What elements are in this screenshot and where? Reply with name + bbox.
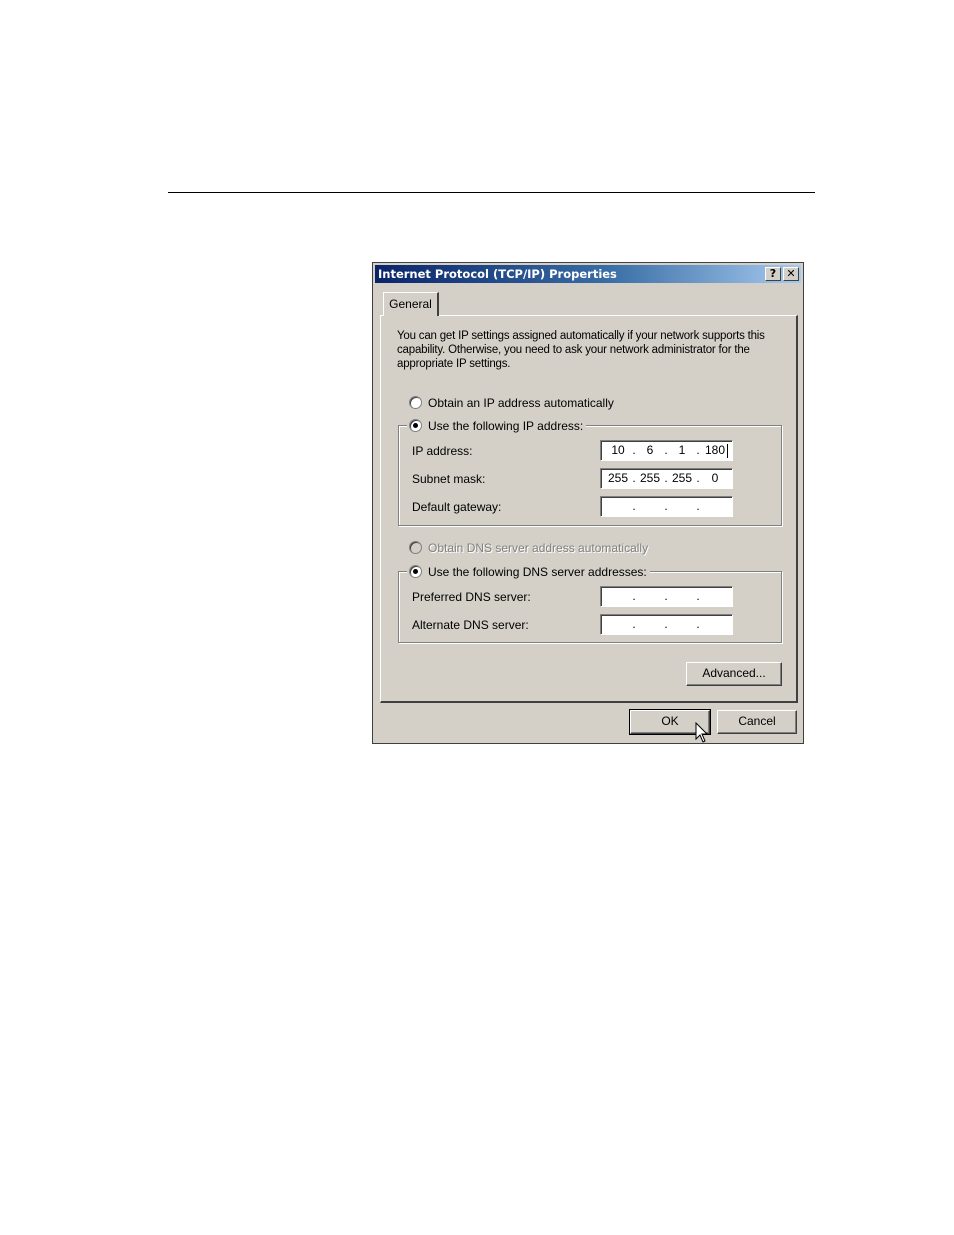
use-following-ip-radio[interactable]: Use the following IP address: bbox=[407, 419, 587, 433]
use-following-dns-label: Use the following DNS server addresses: bbox=[428, 565, 647, 579]
radio-disabled-icon[interactable] bbox=[409, 541, 422, 554]
default-gateway-label: Default gateway: bbox=[412, 500, 502, 514]
ip-dot: . bbox=[696, 471, 700, 485]
cancel-button[interactable]: Cancel bbox=[717, 710, 797, 734]
tcpip-properties-dialog: Internet Protocol (TCP/IP) Properties ? … bbox=[372, 262, 804, 744]
ip-dot: . bbox=[696, 617, 700, 631]
radio-unchecked-icon[interactable] bbox=[409, 396, 422, 409]
tab-general[interactable]: General bbox=[383, 292, 439, 316]
default-gateway-field[interactable]: . . . bbox=[600, 496, 733, 517]
obtain-dns-auto-label: Obtain DNS server address automatically bbox=[428, 541, 649, 555]
text-caret bbox=[727, 444, 728, 458]
ip-dot: . bbox=[664, 617, 668, 631]
ip-octet-2: 255 bbox=[639, 471, 661, 485]
title-bar[interactable]: Internet Protocol (TCP/IP) Properties ? … bbox=[375, 265, 801, 283]
ip-octet-3: 255 bbox=[671, 471, 693, 485]
ip-dot: . bbox=[632, 443, 636, 457]
ip-dot: . bbox=[664, 499, 668, 513]
subnet-mask-label: Subnet mask: bbox=[412, 472, 486, 486]
ip-octet-2: 6 bbox=[646, 443, 654, 457]
alternate-dns-label: Alternate DNS server: bbox=[412, 618, 529, 632]
dialog-title: Internet Protocol (TCP/IP) Properties bbox=[378, 267, 617, 281]
ip-dot: . bbox=[632, 617, 636, 631]
help-icon[interactable]: ? bbox=[765, 267, 781, 281]
ip-octet-1: 10 bbox=[611, 443, 625, 457]
radio-checked-icon[interactable] bbox=[409, 565, 422, 578]
ip-octet-3: 1 bbox=[678, 443, 686, 457]
ip-octet-4: 180 bbox=[704, 443, 726, 457]
page-header-rule bbox=[168, 192, 815, 193]
use-following-dns-radio[interactable]: Use the following DNS server addresses: bbox=[407, 565, 650, 579]
ip-octet-1: 255 bbox=[607, 471, 629, 485]
ip-address-label: IP address: bbox=[412, 444, 473, 458]
obtain-dns-auto-radio[interactable]: Obtain DNS server address automatically bbox=[409, 541, 652, 555]
alternate-dns-field[interactable]: . . . bbox=[600, 614, 733, 635]
ip-dot: . bbox=[696, 589, 700, 603]
ip-dot: . bbox=[632, 499, 636, 513]
ip-address-field[interactable]: 10 . 6 . 1 . 180 bbox=[600, 440, 733, 461]
preferred-dns-field[interactable]: . . . bbox=[600, 586, 733, 607]
preferred-dns-label: Preferred DNS server: bbox=[412, 590, 531, 604]
ip-dot: . bbox=[664, 443, 668, 457]
ip-octet-4: 0 bbox=[711, 471, 719, 485]
ip-dot: . bbox=[696, 443, 700, 457]
ip-dot: . bbox=[696, 499, 700, 513]
close-icon[interactable]: ✕ bbox=[783, 267, 799, 281]
mouse-pointer-icon bbox=[695, 722, 709, 743]
ip-dot: . bbox=[664, 589, 668, 603]
use-following-ip-label: Use the following IP address: bbox=[428, 419, 584, 433]
ip-dot: . bbox=[632, 589, 636, 603]
ip-dot: . bbox=[632, 471, 636, 485]
ip-dot: . bbox=[664, 471, 668, 485]
radio-checked-icon[interactable] bbox=[409, 419, 422, 432]
obtain-ip-auto-radio[interactable]: Obtain an IP address automatically bbox=[409, 396, 617, 410]
obtain-ip-auto-label: Obtain an IP address automatically bbox=[428, 396, 614, 410]
subnet-mask-field[interactable]: 255 . 255 . 255 . 0 bbox=[600, 468, 733, 489]
advanced-button[interactable]: Advanced... bbox=[686, 662, 782, 686]
